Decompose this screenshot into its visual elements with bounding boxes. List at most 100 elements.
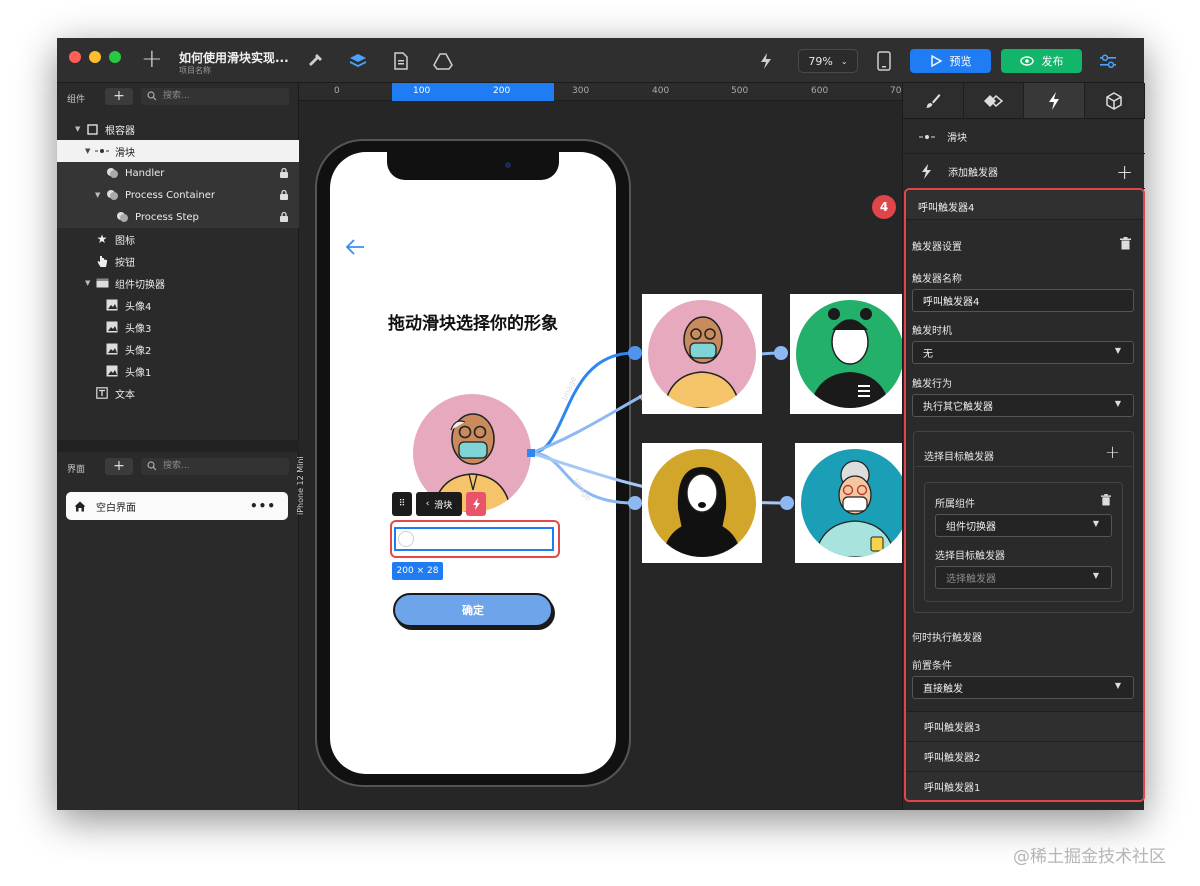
add-trigger-row[interactable]: 添加触发器 + (903, 155, 1145, 189)
owner-component-select[interactable]: 组件切换器 ▼ (935, 514, 1112, 537)
star-icon: ★ (96, 232, 108, 246)
add-trigger-plus-icon[interactable]: + (1116, 160, 1133, 184)
preview-button[interactable]: 预览 (910, 49, 991, 73)
drive-icon[interactable] (432, 50, 454, 72)
maximize-window-button[interactable] (109, 51, 121, 63)
back-arrow-icon[interactable] (344, 237, 366, 257)
pages-search-placeholder: 搜索... (163, 461, 190, 471)
tree-item-label: 按钮 (115, 257, 135, 269)
project-title[interactable]: 如何使用滑块实现... (179, 49, 289, 66)
ruler-tick: 500 (731, 86, 749, 96)
add-target-plus-icon[interactable]: + (1105, 442, 1120, 463)
trigger-action-select[interactable]: 执行其它触发器 ▼ (912, 394, 1134, 417)
document-icon[interactable] (390, 50, 412, 72)
caret-down-icon[interactable]: ▼ (95, 191, 105, 199)
tree-item-avatar2[interactable]: 头像2 (57, 338, 299, 360)
minimize-window-button[interactable] (89, 51, 101, 63)
trigger-action-value: 执行其它触发器 (923, 402, 993, 413)
screen-title: 拖动滑块选择你的形象 (388, 314, 558, 334)
confirm-button[interactable]: 确定 (393, 593, 553, 627)
tree-item-switcher[interactable]: ▼ 组件切换器 (57, 272, 299, 294)
avatar-card-2[interactable] (790, 294, 910, 414)
close-window-button[interactable] (69, 51, 81, 63)
device-label: iPhone 12 Mini (296, 456, 305, 515)
tab-component[interactable] (963, 83, 1024, 118)
tab-3d[interactable] (1084, 83, 1145, 118)
lock-icon[interactable] (279, 211, 289, 223)
target-trigger-placeholder: 选择触发器 (946, 574, 996, 585)
caret-down-icon[interactable]: ▼ (85, 147, 95, 155)
caret-down-icon[interactable]: ▼ (85, 279, 95, 287)
hammer-icon[interactable] (305, 50, 327, 72)
tree-item-process-step[interactable]: Process Step (57, 206, 299, 228)
trash-icon[interactable] (1101, 494, 1111, 506)
components-search-input[interactable]: 搜索... (141, 88, 289, 105)
trash-icon[interactable] (1120, 237, 1131, 250)
add-page-button[interactable]: + (105, 458, 133, 475)
device-phone-icon[interactable] (873, 50, 895, 72)
avatar-card-4[interactable] (795, 443, 915, 563)
trigger-row-label: 呼叫触发器3 (924, 723, 981, 734)
owner-component-value: 组件切换器 (946, 522, 996, 533)
chevron-down-icon: ▼ (1092, 571, 1099, 580)
tree-item-avatar3[interactable]: 头像3 (57, 316, 299, 338)
trigger-timing-value: 无 (923, 349, 933, 360)
ruler-tick: 400 (652, 86, 670, 96)
tree-item-root[interactable]: ▼ 根容器 (57, 118, 299, 140)
chevron-left-icon: ‹ (425, 499, 430, 509)
preview-label: 预览 (949, 55, 972, 68)
tree-item-slider[interactable]: ▼ 滑块 (57, 140, 299, 162)
lock-icon[interactable] (279, 167, 289, 179)
play-icon (930, 55, 942, 67)
tree-item-label: 头像4 (125, 301, 152, 313)
tree-item-button[interactable]: 按钮 (57, 250, 299, 272)
tree-item-text[interactable]: 文本 (57, 382, 299, 404)
precondition-value: 直接触发 (923, 684, 963, 695)
zoom-value: 79% (808, 54, 833, 68)
trigger-row[interactable]: 呼叫触发器2 (906, 741, 1143, 771)
components-search-placeholder: 搜索... (163, 91, 190, 101)
avatar-card-1[interactable] (642, 294, 762, 414)
zoom-select[interactable]: 79% ⌄ (798, 49, 858, 73)
active-trigger-header[interactable]: 呼叫触发器4 (906, 190, 1143, 220)
add-component-button[interactable]: + (105, 88, 133, 105)
ruler-tick: 300 (572, 86, 590, 96)
lock-icon[interactable] (279, 189, 289, 201)
more-options-icon[interactable]: ••• (250, 499, 276, 513)
layers-icon[interactable] (347, 50, 369, 72)
trigger-timing-select[interactable]: 无 ▼ (912, 341, 1134, 364)
element-selector-button[interactable]: ‹ 滑块 (416, 492, 462, 516)
publish-button[interactable]: 发布 (1001, 49, 1082, 73)
trigger-row[interactable]: 呼叫触发器1 (906, 771, 1143, 800)
tab-style[interactable] (903, 83, 964, 118)
components-panel-header: 组件 + 搜索... (57, 85, 299, 109)
trigger-action-label: 触发行为 (912, 379, 952, 390)
tree-item-icon[interactable]: ★ 图标 (57, 228, 299, 250)
lightning-icon[interactable] (466, 492, 486, 516)
avatar-card-3[interactable] (642, 443, 762, 563)
tree-item-handler[interactable]: Handler (57, 162, 299, 184)
cube-icon (1106, 91, 1122, 110)
trigger-name-input[interactable]: 呼叫触发器4 (912, 289, 1134, 312)
slider-track[interactable] (394, 527, 554, 551)
tree-item-label: Handler (125, 167, 165, 179)
owner-component-label: 所属组件 (935, 499, 975, 510)
panel-resize-handle[interactable] (57, 440, 299, 452)
pages-search-input[interactable]: 搜索... (141, 458, 289, 475)
tab-interaction[interactable] (1024, 83, 1085, 118)
precondition-label: 前置条件 (912, 661, 952, 672)
caret-down-icon[interactable]: ▼ (75, 125, 85, 133)
slider-knob[interactable] (398, 531, 414, 547)
watermark: @稀土掘金技术社区 (1013, 847, 1166, 867)
tree-item-avatar4[interactable]: 头像4 (57, 294, 299, 316)
add-icon[interactable]: + (141, 46, 163, 72)
page-item[interactable]: 空白界面 ••• (66, 492, 288, 520)
tree-item-process-container[interactable]: ▼ Process Container (57, 184, 299, 206)
drag-handle-icon[interactable]: ⠿ (392, 492, 412, 516)
settings-sliders-icon[interactable] (1097, 50, 1119, 72)
precondition-select[interactable]: 直接触发 ▼ (912, 676, 1134, 699)
target-trigger-select[interactable]: 选择触发器 ▼ (935, 566, 1112, 589)
trigger-row[interactable]: 呼叫触发器3 (906, 711, 1143, 741)
lightning-stack-icon[interactable] (755, 50, 777, 72)
tree-item-avatar1[interactable]: 头像1 (57, 360, 299, 382)
